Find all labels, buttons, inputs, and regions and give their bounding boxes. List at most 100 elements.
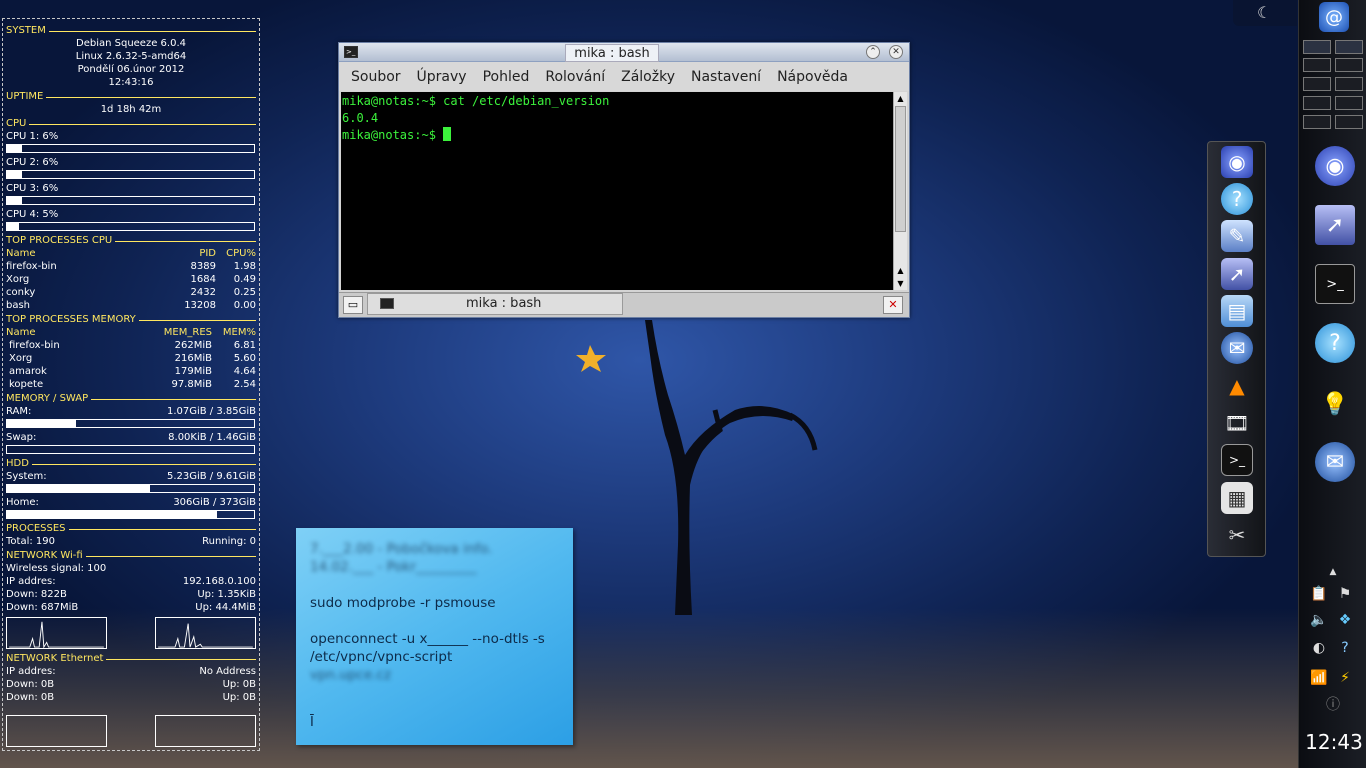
chat-icon[interactable]: ? — [1221, 183, 1253, 215]
chat-tray-icon[interactable]: ? — [1334, 638, 1356, 658]
table-header: MEM_RES — [163, 327, 212, 338]
file-manager-icon[interactable]: ▤ — [1221, 295, 1253, 327]
power-icon[interactable]: ⚡ — [1334, 668, 1356, 688]
terminal-tab-bar: ▭ mika : bash ✕ — [339, 292, 909, 317]
kopete-icon[interactable]: ◉ — [1221, 146, 1253, 178]
table-cell: 0.49 — [233, 274, 256, 285]
desktop-9[interactable] — [1303, 115, 1331, 129]
cpu-bar — [6, 222, 255, 231]
eth-ip-row: IP addres: No Address — [6, 666, 256, 677]
desktop-pager[interactable] — [1303, 40, 1363, 132]
hdd-home-row: Home: 306GiB / 373GiB — [6, 497, 256, 508]
close-tab-icon[interactable]: ✕ — [883, 296, 903, 314]
hdd-system-bar — [6, 484, 255, 493]
desktop-10[interactable] — [1335, 115, 1363, 129]
new-tab-icon[interactable]: ▭ — [343, 296, 363, 314]
scrollbar-thumb[interactable] — [895, 106, 906, 232]
cpu-label: CPU 1: 6% — [6, 131, 59, 142]
terminal-tab[interactable]: mika : bash — [367, 293, 623, 315]
info-icon[interactable]: ⓘ — [1322, 694, 1344, 714]
wifi-signal: Wireless signal: 100 — [6, 563, 107, 574]
desktop-5[interactable] — [1303, 77, 1331, 91]
desktop-4[interactable] — [1335, 58, 1363, 72]
lightbulb-icon[interactable]: 💡 — [1315, 384, 1355, 424]
text-cursor-icon: Ī — [310, 715, 314, 730]
hdd-home-bar — [6, 510, 255, 519]
table-cell: 1684 — [190, 274, 216, 285]
kopete-task-icon[interactable]: ◉ — [1315, 146, 1355, 186]
desktop-1[interactable] — [1303, 40, 1331, 54]
clipboard-icon[interactable]: 📋 — [1308, 584, 1330, 604]
tab-label: mika : bash — [466, 296, 542, 311]
conky-panel: SYSTEM Debian Squeeze 6.0.4 Linux 2.6.32… — [2, 18, 260, 751]
table-header: PID — [199, 248, 216, 259]
desktop-2[interactable] — [1335, 40, 1363, 54]
debian-menu-icon[interactable]: @ — [1306, 0, 1362, 34]
table-cell: 8389 — [190, 261, 216, 272]
settings-tools-icon[interactable]: ✂ — [1221, 519, 1253, 551]
terminal-titlebar[interactable]: >_ mika : bash ⌃ ✕ — [339, 43, 909, 62]
terminal-scrollbar[interactable]: ▲ ▲ ▼ — [893, 92, 907, 290]
menu-item-1[interactable]: Úpravy — [409, 69, 475, 85]
scroll-page-up-icon[interactable]: ▲ — [894, 264, 907, 277]
cpu-label: CPU 3: 6% — [6, 183, 59, 194]
menu-item-6[interactable]: Nápověda — [769, 69, 856, 85]
menu-item-2[interactable]: Pohled — [475, 69, 538, 85]
table-cell: 4.64 — [233, 366, 256, 377]
terminal-task-icon[interactable]: >_ — [1315, 264, 1355, 304]
sticky-note[interactable]: 7.___2.00 - Pobočkova info. 14.02.___ - … — [296, 528, 573, 745]
terminal-window[interactable]: >_ mika : bash ⌃ ✕ Soubor Úpravy Pohled Rol… — [338, 42, 910, 318]
section-wifi: NETWORK Wi-fi — [6, 549, 256, 562]
table-cell: firefox-bin — [6, 261, 57, 272]
network-manager-icon[interactable]: ◐ — [1308, 638, 1330, 658]
section-uptime: UPTIME — [6, 90, 256, 103]
desktop-8[interactable] — [1335, 96, 1363, 110]
cpu-bar — [6, 196, 255, 205]
terminal-icon[interactable]: >_ — [1221, 444, 1253, 476]
eth-total-row: Down: 0B Up: 0B — [6, 692, 256, 703]
wifi-tray-icon[interactable]: 📶 — [1308, 668, 1330, 688]
vlc-icon[interactable]: ▲ — [1221, 370, 1253, 402]
image-editor-icon[interactable]: ✎ — [1221, 220, 1253, 252]
ram-row: RAM: 1.07GiB / 3.85GiB — [6, 406, 256, 417]
swap-row: Swap: 8.00KiB / 1.46GiB — [6, 432, 256, 443]
table-cell: 262MiB — [174, 340, 212, 351]
table-header: CPU% — [226, 248, 256, 259]
chat-task-icon[interactable]: ? — [1315, 323, 1355, 363]
close-button[interactable]: ✕ — [889, 45, 903, 59]
clock[interactable]: 12:43 — [1301, 730, 1366, 754]
section-system: SYSTEM — [6, 24, 256, 37]
menu-item-4[interactable]: Záložky — [613, 69, 683, 85]
keyboard-layout-flag-icon[interactable]: ⚑ — [1334, 584, 1356, 604]
desktop-7[interactable] — [1303, 96, 1331, 110]
maximize-button[interactable]: ⌃ — [866, 45, 880, 59]
eth-down-graph — [6, 715, 107, 747]
volume-icon[interactable]: 🔈 — [1308, 610, 1330, 630]
scroll-down-arrow-icon[interactable]: ▼ — [894, 277, 907, 290]
window-manager-icon[interactable]: ➚ — [1221, 258, 1253, 290]
thunderbird-icon[interactable]: ✉ — [1221, 332, 1253, 364]
window-manager-task-icon[interactable]: ➚ — [1315, 205, 1355, 245]
table-cell: firefox-bin — [9, 340, 60, 351]
table-cell: 0.00 — [233, 300, 256, 311]
eth-rate-row: Down: 0B Up: 0B — [6, 679, 256, 690]
right-panel: @ ◉ ➚ >_ ? 💡 ✉ ▲ 📋 ⚑ 🔈 ❖ ◐ ? 📶 ⚡ ⓘ 12:43 — [1298, 0, 1366, 768]
top-cpu-table: Name PID CPU% firefox-bin 8389 1.98 Xorg 1684 0.… — [6, 247, 256, 312]
wifi-total-row: Down: 687MiB Up: 44.4MiB — [6, 602, 256, 613]
wifi-graphs — [6, 617, 256, 649]
video-editor-icon[interactable]: 🎞 — [1221, 407, 1253, 439]
terminal-screen[interactable]: mika@notas:~$ cat /etc/debian_version 6.… — [341, 92, 893, 290]
thunderbird-task-icon[interactable]: ✉ — [1315, 442, 1355, 482]
desktop-3[interactable] — [1303, 58, 1331, 72]
menu-item-0[interactable]: Soubor — [343, 69, 409, 85]
scroll-up-arrow-icon[interactable]: ▲ — [894, 92, 907, 105]
calculator-icon[interactable]: ▦ — [1221, 482, 1253, 514]
terminal-app-icon[interactable]: >_ — [344, 46, 358, 58]
menu-item-3[interactable]: Rolování — [537, 69, 613, 85]
tray-expand-icon[interactable]: ▲ — [1322, 562, 1344, 582]
dropbox-icon[interactable]: ❖ — [1334, 610, 1356, 630]
menu-item-5[interactable]: Nastavení — [683, 69, 769, 85]
section-ethernet: NETWORK Ethernet — [6, 652, 256, 665]
desktop-6[interactable] — [1335, 77, 1363, 91]
cpu-bar — [6, 144, 255, 153]
